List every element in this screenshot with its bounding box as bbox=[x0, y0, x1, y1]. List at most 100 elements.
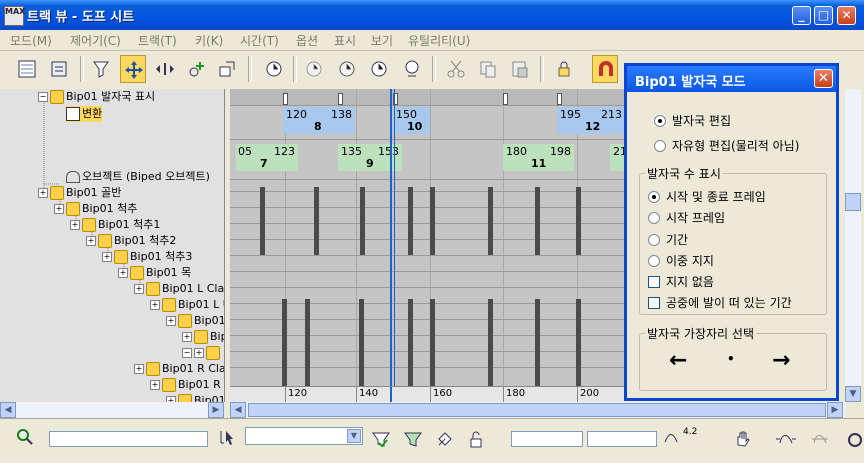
track-scrollbar[interactable]: ◀ ▶ bbox=[230, 402, 845, 418]
tree-item-transform[interactable]: 변환 bbox=[66, 106, 103, 122]
key-column[interactable] bbox=[430, 299, 435, 386]
filters-icon[interactable] bbox=[14, 55, 40, 83]
expand-icon[interactable]: + bbox=[194, 348, 204, 358]
freeform-radio[interactable] bbox=[654, 140, 666, 152]
key-column[interactable] bbox=[260, 187, 265, 255]
scroll-right-icon[interactable]: ▶ bbox=[208, 402, 224, 418]
tree-item-pelvis[interactable]: + Bip01 골반 bbox=[38, 185, 121, 201]
name-field[interactable] bbox=[49, 431, 208, 447]
dialog-close-button[interactable]: ✕ bbox=[814, 69, 833, 88]
tree-item-spine2[interactable]: + Bip01 척추2 bbox=[86, 233, 176, 249]
menu-time[interactable]: 시간(T) bbox=[240, 32, 279, 49]
add-keys-icon[interactable] bbox=[184, 55, 210, 83]
expand-icon[interactable]: + bbox=[182, 332, 192, 342]
vertical-scrollbar[interactable]: ▼ bbox=[845, 89, 861, 402]
key-column[interactable] bbox=[535, 187, 540, 255]
tree-item-r-clavicle[interactable]: + Bip01 R Clav bbox=[134, 361, 224, 377]
expand-icon[interactable]: + bbox=[150, 380, 160, 390]
range-marker[interactable] bbox=[283, 93, 288, 105]
tree-item-spine[interactable]: + Bip01 척추 bbox=[54, 201, 137, 217]
tree-item-r-forearm[interactable]: + Bip01 bbox=[166, 393, 224, 402]
footstep-block-12[interactable]: 195 213 12 bbox=[557, 107, 625, 134]
tree-item-neck[interactable]: + Bip01 목 bbox=[118, 265, 191, 281]
expand-icon[interactable]: + bbox=[150, 300, 160, 310]
key-column[interactable] bbox=[282, 299, 287, 386]
start-frame-radio[interactable] bbox=[648, 212, 660, 224]
fetch-keys-icon[interactable] bbox=[432, 425, 458, 453]
tree-item-object[interactable]: 오브젝트 (Biped 오브젝트) bbox=[66, 169, 210, 185]
tree-item-l-forearm[interactable]: + Bip01 bbox=[166, 313, 224, 329]
menu-utilities[interactable]: 유틸리티(U) bbox=[408, 32, 470, 49]
hierarchy-tree[interactable]: − Bip01 발자국 표시 변환 오브젝트 (Biped 오브젝트) + Bip0… bbox=[0, 89, 225, 402]
select-keys-2-icon[interactable] bbox=[400, 425, 426, 453]
insert-time-icon[interactable] bbox=[335, 55, 361, 83]
minimize-button[interactable]: _ bbox=[792, 6, 811, 25]
snap-frames-icon[interactable] bbox=[592, 55, 618, 83]
zoom-icon[interactable] bbox=[848, 433, 862, 447]
edit-list-icon[interactable] bbox=[47, 55, 73, 83]
range-marker[interactable] bbox=[338, 93, 343, 105]
airborne-checkbox[interactable] bbox=[648, 297, 660, 309]
collapse-icon[interactable]: − bbox=[182, 348, 192, 358]
tree-item-footsteps[interactable]: − Bip01 발자국 표시 bbox=[38, 89, 155, 105]
reverse-time-icon[interactable] bbox=[399, 55, 425, 83]
dope-sheet-tracks[interactable]: 120 138 8 150 10 195 213 12 05 123 7 135 153 9 18… bbox=[230, 89, 625, 386]
expand-icon[interactable]: + bbox=[70, 220, 80, 230]
footstep-block-9[interactable]: 135 153 9 bbox=[338, 144, 402, 171]
duration-radio[interactable] bbox=[648, 234, 660, 246]
menu-controller[interactable]: 제어기(C) bbox=[70, 32, 121, 49]
zoom-selected-icon[interactable] bbox=[12, 423, 38, 451]
key-column[interactable] bbox=[488, 299, 493, 386]
expand-icon[interactable]: + bbox=[54, 204, 64, 214]
tree-scrollbar[interactable]: ◀ ▶ bbox=[0, 402, 224, 418]
key-column[interactable] bbox=[408, 187, 413, 255]
tree-item-l-upperarm[interactable]: + Bip01 L U bbox=[150, 297, 224, 313]
footstep-block-7[interactable]: 05 123 7 bbox=[236, 144, 298, 171]
expand-icon[interactable]: + bbox=[134, 364, 144, 374]
menu-options[interactable]: 옵션 bbox=[296, 32, 318, 49]
time-slider-line[interactable] bbox=[390, 89, 392, 386]
scroll-thumb[interactable] bbox=[248, 403, 826, 417]
time-select-icon[interactable] bbox=[262, 55, 288, 83]
scroll-thumb[interactable] bbox=[845, 193, 861, 211]
footstep-block-10[interactable]: 150 10 bbox=[393, 107, 430, 134]
expand-icon[interactable]: + bbox=[166, 316, 176, 326]
no-support-checkbox[interactable] bbox=[648, 276, 660, 288]
tree-item-l-clavicle[interactable]: + Bip01 L Clavi bbox=[134, 281, 224, 297]
key-column[interactable] bbox=[314, 187, 319, 255]
paste-icon[interactable] bbox=[507, 55, 533, 83]
move-keys-icon[interactable] bbox=[120, 55, 146, 83]
pan-hand-icon[interactable] bbox=[730, 425, 756, 453]
key-value-field[interactable] bbox=[587, 431, 657, 447]
scale-keys-icon[interactable] bbox=[214, 55, 240, 83]
select-left-edge-button[interactable]: ← bbox=[669, 348, 687, 374]
normalize-curve-icon[interactable]: 4.2 bbox=[663, 427, 697, 455]
range-marker[interactable] bbox=[503, 93, 508, 105]
scroll-left-icon[interactable]: ◀ bbox=[0, 402, 16, 418]
copy-icon[interactable] bbox=[475, 55, 501, 83]
slide-keys-icon[interactable] bbox=[152, 55, 178, 83]
close-button[interactable]: ✕ bbox=[837, 6, 856, 25]
collapse-icon[interactable]: − bbox=[38, 92, 48, 102]
expand-icon[interactable]: + bbox=[118, 268, 128, 278]
key-column[interactable] bbox=[359, 299, 364, 386]
menu-tracks[interactable]: 트랙(T) bbox=[138, 32, 177, 49]
key-column[interactable] bbox=[408, 299, 413, 386]
scroll-down-icon[interactable]: ▼ bbox=[845, 386, 861, 402]
edit-text-icon[interactable] bbox=[214, 423, 240, 451]
key-column[interactable] bbox=[576, 299, 581, 386]
menu-view[interactable]: 보기 bbox=[371, 32, 393, 49]
key-column[interactable] bbox=[576, 187, 581, 255]
app-icon[interactable]: MAX bbox=[4, 6, 25, 26]
footstep-block-partial[interactable]: 21 bbox=[610, 144, 625, 171]
filter-icon[interactable] bbox=[88, 55, 114, 83]
expand-icon[interactable]: + bbox=[102, 252, 112, 262]
cut-icon[interactable] bbox=[443, 55, 469, 83]
select-keys-icon[interactable] bbox=[368, 425, 394, 453]
key-column[interactable] bbox=[305, 299, 310, 386]
scroll-left-icon[interactable]: ◀ bbox=[230, 402, 246, 418]
chevron-down-icon[interactable]: ▼ bbox=[347, 429, 361, 443]
zoom-horizontal-icon[interactable] bbox=[772, 425, 798, 453]
key-column[interactable] bbox=[430, 187, 435, 255]
expand-icon[interactable]: + bbox=[38, 188, 48, 198]
